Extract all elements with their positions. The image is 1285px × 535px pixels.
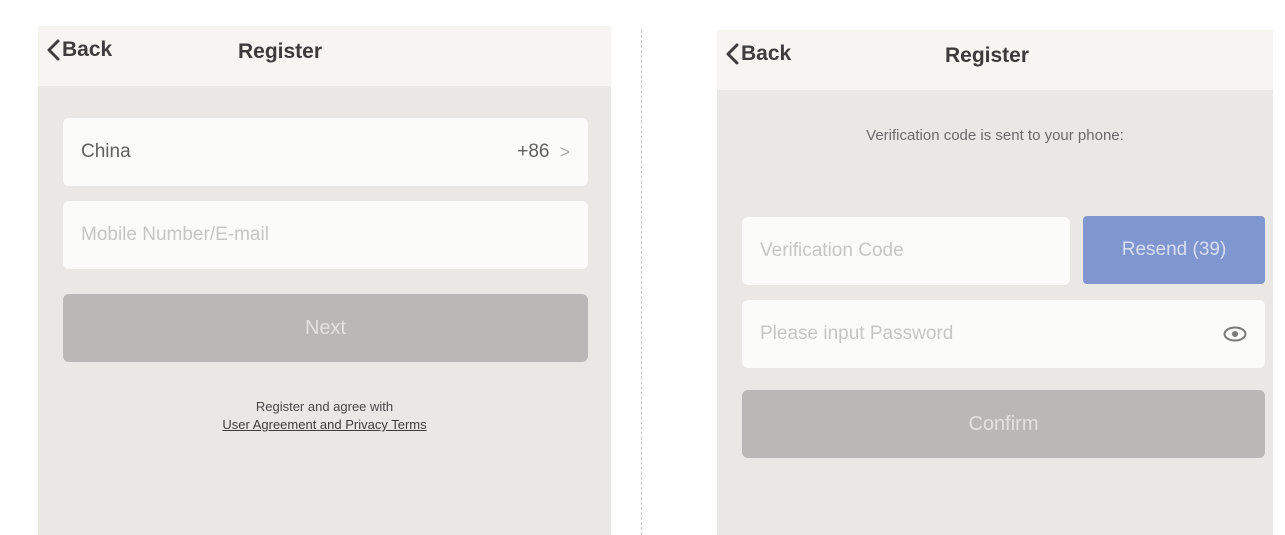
eye-icon[interactable] [1223,326,1247,342]
nav-bar: Back Register [717,30,1273,90]
chevron-left-icon [47,39,60,61]
back-label: Back [741,42,792,65]
account-input[interactable] [81,224,570,246]
password-input-row [742,300,1265,368]
country-code: +86 [517,141,550,162]
resend-button[interactable]: Resend (39) [1083,216,1265,284]
country-name: China [81,141,131,162]
country-selector[interactable]: China +86 > [63,118,588,186]
agreement-notice: Register and agree with User Agreement a… [38,398,611,434]
form-area: China +86 > Next Register and agree with… [38,86,611,535]
form-area: Verification code is sent to your phone:… [717,90,1273,535]
register-screen-step2: Back Register Verification code is sent … [717,30,1273,535]
register-screenshots: Back Register China +86 > Next Register … [0,0,1285,535]
code-input-row [742,217,1070,285]
back-label: Back [62,38,113,61]
chevron-left-icon [726,43,739,65]
page-title: Register [238,40,323,63]
register-screen-step1: Back Register China +86 > Next Register … [38,26,611,535]
back-button[interactable]: Back [725,42,791,66]
agreement-text: Register and agree with [255,399,394,414]
divider [641,30,642,535]
account-input-row [63,201,588,269]
page-title: Register [945,44,1030,67]
next-button[interactable]: Next [63,294,588,362]
chevron-right-icon: > [559,141,570,162]
user-agreement-link[interactable]: User Agreement and Privacy Terms [38,416,611,434]
confirm-button[interactable]: Confirm [742,390,1265,458]
verification-code-input[interactable] [760,240,1052,262]
verification-info: Verification code is sent to your phone: [866,127,1124,144]
password-input[interactable] [760,323,1199,345]
nav-bar: Back Register [38,26,611,86]
back-button[interactable]: Back [46,38,112,62]
